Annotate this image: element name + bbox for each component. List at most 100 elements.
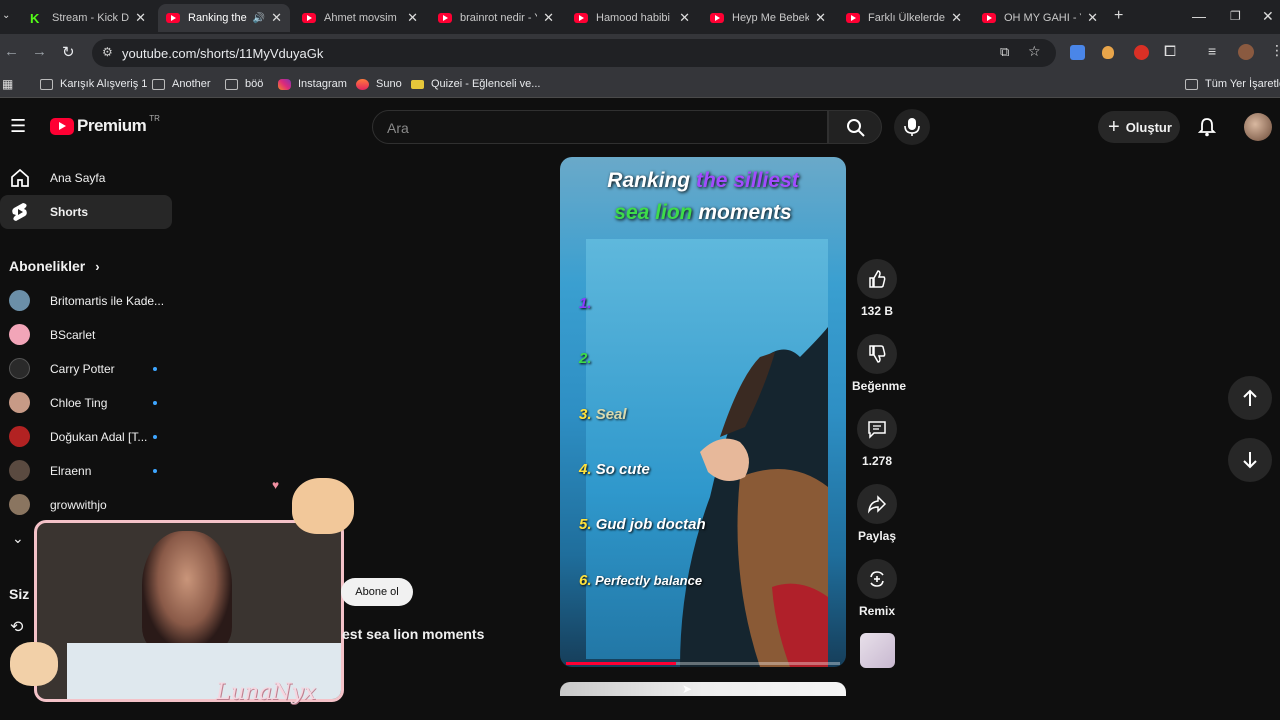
- channel-name: Doğukan Adal [T...: [50, 430, 148, 444]
- browser-tab[interactable]: K Stream - Kick Da ✕: [22, 4, 154, 32]
- search-input[interactable]: Ara: [372, 110, 828, 144]
- window-close-icon[interactable]: ✕: [1262, 8, 1274, 25]
- channel-avatar: [9, 358, 30, 379]
- bookmark-link[interactable]: Quizei - Eğlenceli ve...: [411, 78, 540, 90]
- sidebar-item-label: Ana Sayfa: [50, 171, 106, 185]
- like-button[interactable]: 132 B: [852, 259, 902, 318]
- sidebar-channel[interactable]: Carry Potter: [0, 352, 172, 386]
- you-heading[interactable]: Siz: [9, 586, 29, 602]
- title-white-text: Ranking: [607, 169, 691, 192]
- youtube-logo[interactable]: Premium TR: [50, 114, 160, 136]
- dislike-button[interactable]: Beğenme: [852, 334, 906, 393]
- extension-icon[interactable]: [1102, 46, 1114, 59]
- create-button[interactable]: + Oluştur: [1098, 111, 1180, 143]
- apps-grid-icon[interactable]: ▦: [2, 77, 13, 91]
- close-tab-icon[interactable]: ✕: [951, 10, 962, 26]
- bookmark-label: Another: [172, 78, 211, 90]
- close-tab-icon[interactable]: ✕: [271, 10, 282, 26]
- logo-text: Premium: [77, 116, 147, 135]
- subscribe-button[interactable]: Abone ol: [341, 578, 413, 606]
- sidebar-channel[interactable]: Doğukan Adal [T...: [0, 420, 172, 454]
- channel-avatar: [9, 324, 30, 345]
- browser-tab-strip: ⌄ K Stream - Kick Da ✕ Ranking the 🔊 ✕ A…: [0, 0, 1280, 34]
- browser-menu-icon[interactable]: ⋮: [1270, 42, 1280, 59]
- extension-icon[interactable]: [1134, 45, 1149, 60]
- site-info-icon[interactable]: ⚙: [102, 45, 113, 59]
- bookmark-link[interactable]: Suno: [356, 78, 402, 90]
- browser-tab[interactable]: Heyp Me Bebek ✕: [702, 4, 834, 32]
- sidebar-channel[interactable]: Elraenn: [0, 454, 172, 488]
- minimize-icon[interactable]: —: [1192, 8, 1206, 24]
- translate-extension-icon[interactable]: [1070, 45, 1085, 60]
- close-tab-icon[interactable]: ✕: [135, 10, 146, 26]
- comments-button[interactable]: 1.278: [852, 409, 902, 468]
- sidebar-channel[interactable]: Chloe Ting: [0, 386, 172, 420]
- back-icon[interactable]: ←: [4, 43, 19, 60]
- share-button[interactable]: Paylaş: [852, 484, 902, 543]
- new-tab-icon[interactable]: +: [1114, 7, 1123, 25]
- new-content-dot: [153, 401, 157, 405]
- instagram-icon: [278, 78, 291, 90]
- voice-search-button[interactable]: [894, 109, 930, 145]
- ranking-item: 3. Seal: [579, 406, 627, 423]
- channel-name: Chloe Ting: [50, 396, 108, 410]
- cat-mascot-icon: [10, 642, 58, 686]
- search-button[interactable]: [828, 110, 882, 144]
- progress-track[interactable]: [566, 662, 840, 665]
- cat-mascot-icon: [292, 478, 354, 534]
- install-app-icon[interactable]: ⧉: [1000, 44, 1009, 60]
- shorts-video-player[interactable]: Ranking the silliest sea lion moments 1.…: [560, 157, 846, 667]
- close-tab-icon[interactable]: ✕: [815, 10, 826, 26]
- browser-tab[interactable]: Hamood habibi ✕: [566, 4, 698, 32]
- bookmark-link[interactable]: Instagram: [278, 78, 347, 90]
- reload-icon[interactable]: ↻: [62, 43, 75, 61]
- extensions-puzzle-icon[interactable]: ⧠: [1164, 43, 1176, 60]
- hamburger-menu-icon[interactable]: ☰: [10, 116, 26, 137]
- browser-tab[interactable]: Farklı Ülkelerden ✕: [838, 4, 970, 32]
- speaker-icon[interactable]: 🔊: [253, 13, 265, 24]
- tab-title: Hamood habibi: [596, 12, 670, 24]
- tab-title: brainrot nedir - Y: [460, 12, 538, 24]
- address-bar[interactable]: ⚙ youtube.com/shorts/11MyVduyaGk ⧉ ☆: [92, 39, 1056, 67]
- rank-number: 6.: [579, 572, 592, 589]
- rank-number: 5.: [579, 516, 592, 533]
- tab-list-menu-icon[interactable]: ⌄: [2, 10, 10, 21]
- bookmark-folder[interactable]: böö: [225, 78, 263, 90]
- history-icon[interactable]: ⟲: [10, 617, 23, 637]
- close-tab-icon[interactable]: ✕: [679, 10, 690, 26]
- browser-tab[interactable]: brainrot nedir - Y ✕: [430, 4, 562, 32]
- bookmark-label: Karışık Alışveriş 1: [60, 78, 148, 90]
- account-avatar[interactable]: [1244, 113, 1272, 141]
- sidebar-item-shorts[interactable]: Shorts: [0, 195, 172, 229]
- remix-button[interactable]: Remix: [852, 559, 902, 618]
- close-tab-icon[interactable]: ✕: [543, 10, 554, 26]
- subscriptions-heading[interactable]: Abonelikler ›: [9, 258, 100, 274]
- all-bookmarks-folder[interactable]: Tüm Yer İşaretleri: [1185, 78, 1280, 90]
- browser-tab[interactable]: Ahmet movsim ✕: [294, 4, 426, 32]
- notifications-bell-icon[interactable]: [1198, 117, 1216, 137]
- bookmark-folder[interactable]: Karışık Alışveriş 1: [40, 78, 147, 90]
- close-tab-icon[interactable]: ✕: [1087, 10, 1098, 26]
- forward-icon[interactable]: →: [32, 43, 47, 60]
- bookmark-star-icon[interactable]: ☆: [1028, 43, 1041, 60]
- next-short-button[interactable]: [1228, 438, 1272, 482]
- restore-icon[interactable]: ❐: [1230, 9, 1241, 23]
- close-tab-icon[interactable]: ✕: [407, 10, 418, 26]
- next-short-preview[interactable]: [560, 682, 846, 696]
- sidebar-item-home[interactable]: Ana Sayfa: [0, 161, 172, 195]
- chevron-right-icon: ›: [95, 258, 100, 274]
- sidebar-channel[interactable]: Britomartis ile Kade...: [0, 284, 172, 318]
- profile-avatar[interactable]: [1238, 44, 1254, 60]
- url-text[interactable]: youtube.com/shorts/11MyVduyaGk: [122, 46, 323, 61]
- audio-track-thumbnail[interactable]: [860, 633, 895, 668]
- previous-short-button[interactable]: [1228, 376, 1272, 420]
- browser-tab[interactable]: OH MY GAHI - Y ✕: [974, 4, 1106, 32]
- bookmark-label: Tüm Yer İşaretleri: [1205, 78, 1280, 90]
- bookmark-folder[interactable]: Another: [152, 78, 211, 90]
- show-more-chevron-icon[interactable]: ⌄: [12, 530, 24, 547]
- media-control-icon[interactable]: ≡: [1208, 43, 1216, 59]
- sidebar-channel[interactable]: BScarlet: [0, 318, 172, 352]
- browser-tab-active[interactable]: Ranking the 🔊 ✕: [158, 4, 290, 32]
- ranking-item: 5. Gud job doctah: [579, 516, 706, 533]
- title-purple-text: the silliest: [695, 169, 799, 192]
